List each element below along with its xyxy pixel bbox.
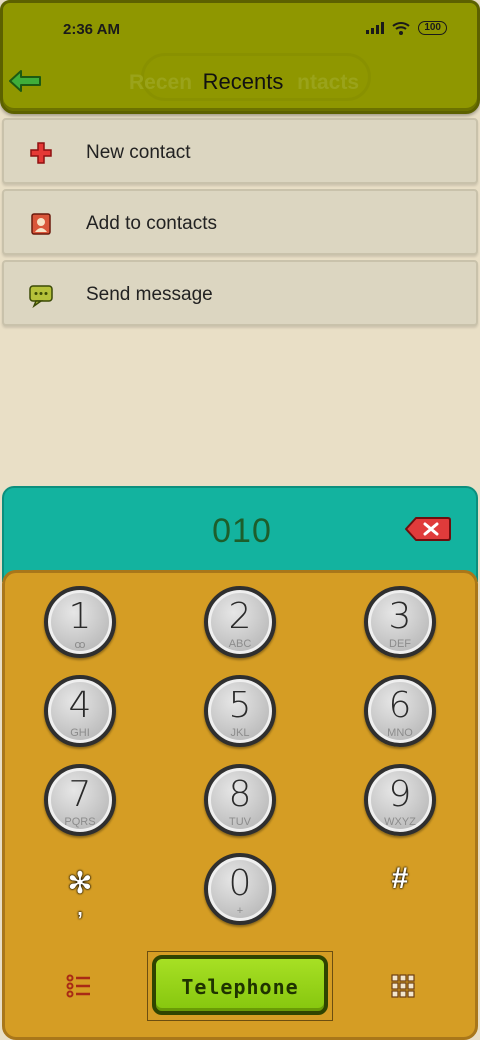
key-letters: MNO — [387, 727, 413, 739]
key-0[interactable]: 0 + — [204, 853, 276, 925]
app-header: 2:36 AM 100 Recen ntacts Recents — [0, 0, 480, 114]
key-7[interactable]: 7 PQRS — [44, 764, 116, 836]
battery-indicator: 100 — [418, 21, 447, 35]
plus-icon — [30, 142, 52, 164]
key-digit: 3 — [388, 596, 412, 637]
key-9[interactable]: 9 WXYZ — [364, 764, 436, 836]
key-1[interactable]: 1 ꝏ — [44, 586, 116, 658]
menu-item-add-to-contacts[interactable]: Add to contacts — [2, 189, 478, 255]
contact-card-icon — [31, 213, 51, 235]
menu-item-label: New contact — [86, 142, 191, 163]
key-8[interactable]: 8 TUV — [204, 764, 276, 836]
key-4[interactable]: 4 GHI — [44, 675, 116, 747]
key-digit: 2 — [228, 596, 252, 637]
key-letters: GHI — [70, 727, 90, 739]
wifi-icon — [392, 22, 410, 35]
telephone-button-label: Telephone — [181, 975, 299, 999]
key-digit: 4 — [68, 685, 92, 726]
key-letters: + — [236, 905, 244, 917]
key-letters: PQRS — [64, 816, 96, 828]
key-2[interactable]: 2 ABC — [204, 586, 276, 658]
key-letters: DEF — [389, 638, 411, 650]
menu-item-send-message[interactable]: Send message — [2, 260, 478, 326]
key-letters: ABC — [228, 638, 252, 650]
key-digit: 1 — [68, 596, 92, 637]
message-icon — [29, 285, 53, 308]
backspace-icon[interactable] — [404, 516, 452, 542]
menu-item-label: Add to contacts — [86, 213, 217, 234]
call-log-list-icon[interactable] — [66, 973, 92, 999]
key-hash[interactable]: # — [380, 862, 420, 896]
key-digit: 7 — [68, 774, 92, 815]
voicemail-icon: ꝏ — [74, 639, 86, 651]
dialpad-icon[interactable] — [390, 973, 416, 999]
key-digit: 9 — [388, 774, 412, 815]
key-5[interactable]: 5 JKL — [204, 675, 276, 747]
key-6[interactable]: 6 MNO — [364, 675, 436, 747]
key-letters: WXYZ — [384, 816, 416, 828]
key-digit: 8 — [228, 774, 252, 815]
status-time: 2:36 AM — [63, 21, 120, 38]
telephone-button[interactable]: Telephone — [152, 955, 328, 1015]
status-icons: 100 — [366, 21, 447, 35]
key-digit: 5 — [228, 685, 252, 726]
page-title: Recents — [202, 69, 284, 94]
signal-icon — [366, 22, 385, 34]
key-letters: TUV — [229, 816, 251, 828]
menu-item-new-contact[interactable]: New contact — [2, 118, 478, 184]
key-star[interactable]: ✻ — [60, 866, 100, 901]
key-letters: JKL — [230, 727, 250, 739]
menu-item-label: Send message — [86, 284, 213, 305]
number-bar: 010 — [2, 486, 478, 582]
key-3[interactable]: 3 DEF — [364, 586, 436, 658]
back-arrow-icon[interactable] — [7, 67, 43, 95]
key-star-sub: , — [77, 898, 83, 920]
key-digit: 6 — [388, 685, 412, 726]
key-digit: 0 — [228, 863, 252, 904]
